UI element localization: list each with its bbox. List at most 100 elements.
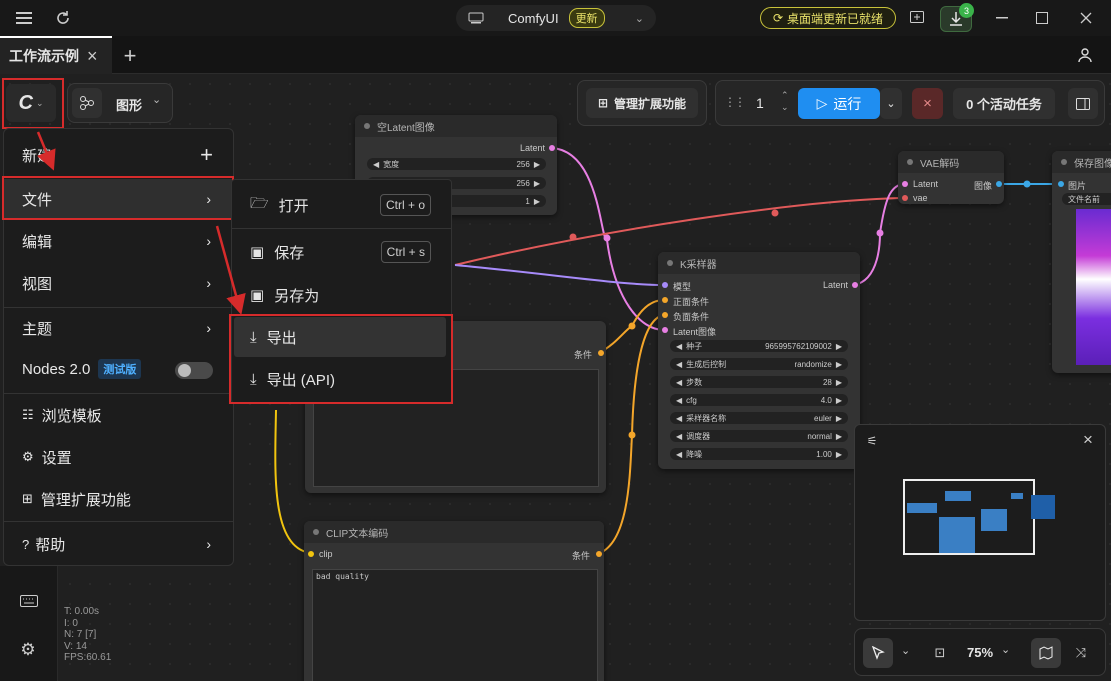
widget-sampler[interactable]: ◀ 采样器名称 euler ▶ [670, 412, 848, 424]
output-label: 条件 [573, 350, 592, 360]
input-dot[interactable] [308, 551, 314, 557]
menu-item-settings[interactable]: ⚙ 设置 [4, 437, 233, 477]
shortcut-open: Ctrl + o [379, 194, 431, 216]
widget-denoise[interactable]: ◀ 降噪 1.00 ▶ [670, 448, 848, 460]
manage-extensions-label: 管理扩展功能 [614, 96, 687, 111]
app-selector[interactable]: ComfyUI 更新 ⌄ [456, 5, 656, 31]
widget-steps[interactable]: ◀ 步数 28 ▶ [670, 376, 848, 388]
nodes2-toggle[interactable] [175, 362, 213, 379]
minimap-node [907, 503, 937, 513]
link-visibility-icon[interactable]: ⤨ [1072, 644, 1090, 662]
menu-item-extensions[interactable]: ⊞ 管理扩展功能 [4, 479, 233, 519]
output-dot[interactable] [996, 181, 1002, 187]
node-title: VAE解码 [898, 151, 1004, 173]
extensions-toolbar: ⊞ 管理扩展功能 [577, 80, 707, 126]
widget-cfg[interactable]: ◀ cfg 4.0 ▶ [670, 394, 848, 406]
input-dot[interactable] [662, 297, 668, 303]
input-label: vae [913, 193, 928, 203]
node-ksampler[interactable]: K采样器 模型 正面条件 负面条件 Latent图像 Latent ◀ 种子 965… [658, 252, 860, 469]
gear-icon[interactable]: ⚙ [17, 639, 39, 661]
output-label: 图像 [973, 181, 992, 191]
node-title: 空Latent图像 [355, 115, 557, 137]
update-badge: 更新 [568, 8, 605, 28]
shortcut-save: Ctrl + s [380, 241, 431, 263]
canvas-controls: ⌄ ⊡ 75% ⌄ ⤨ [854, 628, 1106, 676]
sidebar-toggle-icon[interactable] [1068, 88, 1098, 119]
widget-control[interactable]: ◀ 生成后控制 randomize ▶ [670, 358, 848, 370]
extensions-icon: ⊞ [22, 491, 33, 506]
widget-seed[interactable]: ◀ 种子 965995762109002 ▶ [670, 340, 848, 352]
menu-item-templates[interactable]: ☷ 浏览模板 [4, 395, 233, 435]
queue-count[interactable]: 1 [756, 95, 764, 111]
play-icon: ▷ [816, 95, 828, 111]
widget-filename[interactable]: 文件名前 [1062, 193, 1111, 205]
map-icon[interactable] [1031, 638, 1061, 668]
zoom-level[interactable]: 75% [967, 645, 993, 660]
menu-divider [4, 521, 233, 522]
input-dot[interactable] [1058, 181, 1064, 187]
input-dot[interactable] [662, 312, 668, 318]
node-title: CLIP文本编码 [304, 521, 604, 543]
minimap-node [1031, 495, 1055, 519]
input-dot[interactable] [902, 181, 908, 187]
fit-view-icon[interactable]: ⊡ [931, 644, 949, 662]
menu-item-nodes2[interactable]: Nodes 2.0 测试版 [4, 349, 233, 389]
keyboard-icon[interactable] [18, 592, 40, 610]
drag-handle-icon[interactable]: ⋮⋮ [724, 95, 746, 109]
widget-width[interactable]: ◀ 宽度 256 ▶ [367, 158, 546, 170]
node-vae-decode[interactable]: VAE解码 Latent vae 图像 [898, 151, 1004, 204]
input-label: 模型 [673, 282, 692, 292]
close-window-icon[interactable] [1076, 8, 1096, 28]
link-model-purple [454, 264, 665, 286]
minimap-panel[interactable]: ⚟ × [854, 424, 1106, 621]
input-dot[interactable] [662, 282, 668, 288]
maximize-icon[interactable] [1032, 8, 1052, 28]
output-dot[interactable] [598, 350, 604, 356]
input-dot[interactable] [662, 327, 668, 333]
menu-divider [4, 393, 233, 394]
desktop-update-button[interactable]: ⟳ 桌面端更新已就绪 [760, 7, 896, 29]
node-clip-text-negative[interactable]: CLIP文本编码 clip 条件 bad quality [304, 521, 604, 681]
run-options-button[interactable]: ⌄ [880, 88, 902, 119]
widget-scheduler[interactable]: ◀ 调度器 normal ▶ [670, 430, 848, 442]
manage-extensions-button[interactable]: ⊞ 管理扩展功能 [586, 88, 698, 118]
minimap-node [981, 509, 1007, 531]
preview-image [1076, 209, 1111, 365]
output-dot[interactable] [549, 145, 555, 151]
output-label: Latent [822, 280, 848, 290]
output-label: 条件 [571, 551, 590, 561]
output-dot[interactable] [596, 551, 602, 557]
minimap-settings-icon[interactable]: ⚟ [863, 433, 881, 449]
input-label: Latent [913, 179, 939, 189]
run-button[interactable]: ▷ 运行 [798, 88, 880, 119]
beta-badge: 测试版 [98, 359, 142, 379]
annotation-arrows [36, 131, 246, 315]
chevron-right-icon: › [206, 536, 211, 552]
render-stats: T: 0.00s I: 0 N: 7 [7] V: 14 FPS:60.61 [64, 606, 112, 663]
chevron-down-icon[interactable]: ⌄ [901, 644, 910, 657]
queue-stepper[interactable]: ⌃ ⌄ [781, 89, 789, 113]
input-label: 负面条件 [673, 312, 710, 322]
minimap-node [939, 517, 975, 553]
input-label: clip [319, 549, 333, 559]
input-label: Latent图像 [673, 327, 717, 337]
minimize-icon[interactable] [992, 8, 1012, 28]
run-label: 运行 [833, 95, 862, 112]
node-title: K采样器 [658, 252, 860, 274]
cancel-button[interactable]: × [912, 88, 943, 119]
minimap-node [945, 491, 971, 501]
app-name: ComfyUI [508, 10, 559, 26]
select-tool-icon[interactable] [863, 638, 893, 668]
input-label: 图片 [1068, 181, 1087, 191]
input-dot[interactable] [902, 195, 908, 201]
user-icon[interactable] [1074, 44, 1096, 66]
active-tasks-button[interactable]: 0 个活动任务 [953, 88, 1055, 119]
run-toolbar: ⋮⋮ 1 ⌃ ⌄ ▷ 运行 ⌄ × 0 个活动任务 [715, 80, 1105, 126]
output-dot[interactable] [852, 282, 858, 288]
close-icon[interactable]: × [1079, 430, 1097, 449]
prompt-textarea[interactable]: bad quality [312, 569, 598, 681]
chevron-down-icon[interactable]: ⌄ [1001, 643, 1010, 656]
menu-item-help[interactable]: ? 帮助 › [4, 524, 233, 564]
node-save-image[interactable]: 保存图像 图片 文件名前 [1052, 151, 1111, 373]
feedback-icon[interactable] [908, 9, 926, 27]
